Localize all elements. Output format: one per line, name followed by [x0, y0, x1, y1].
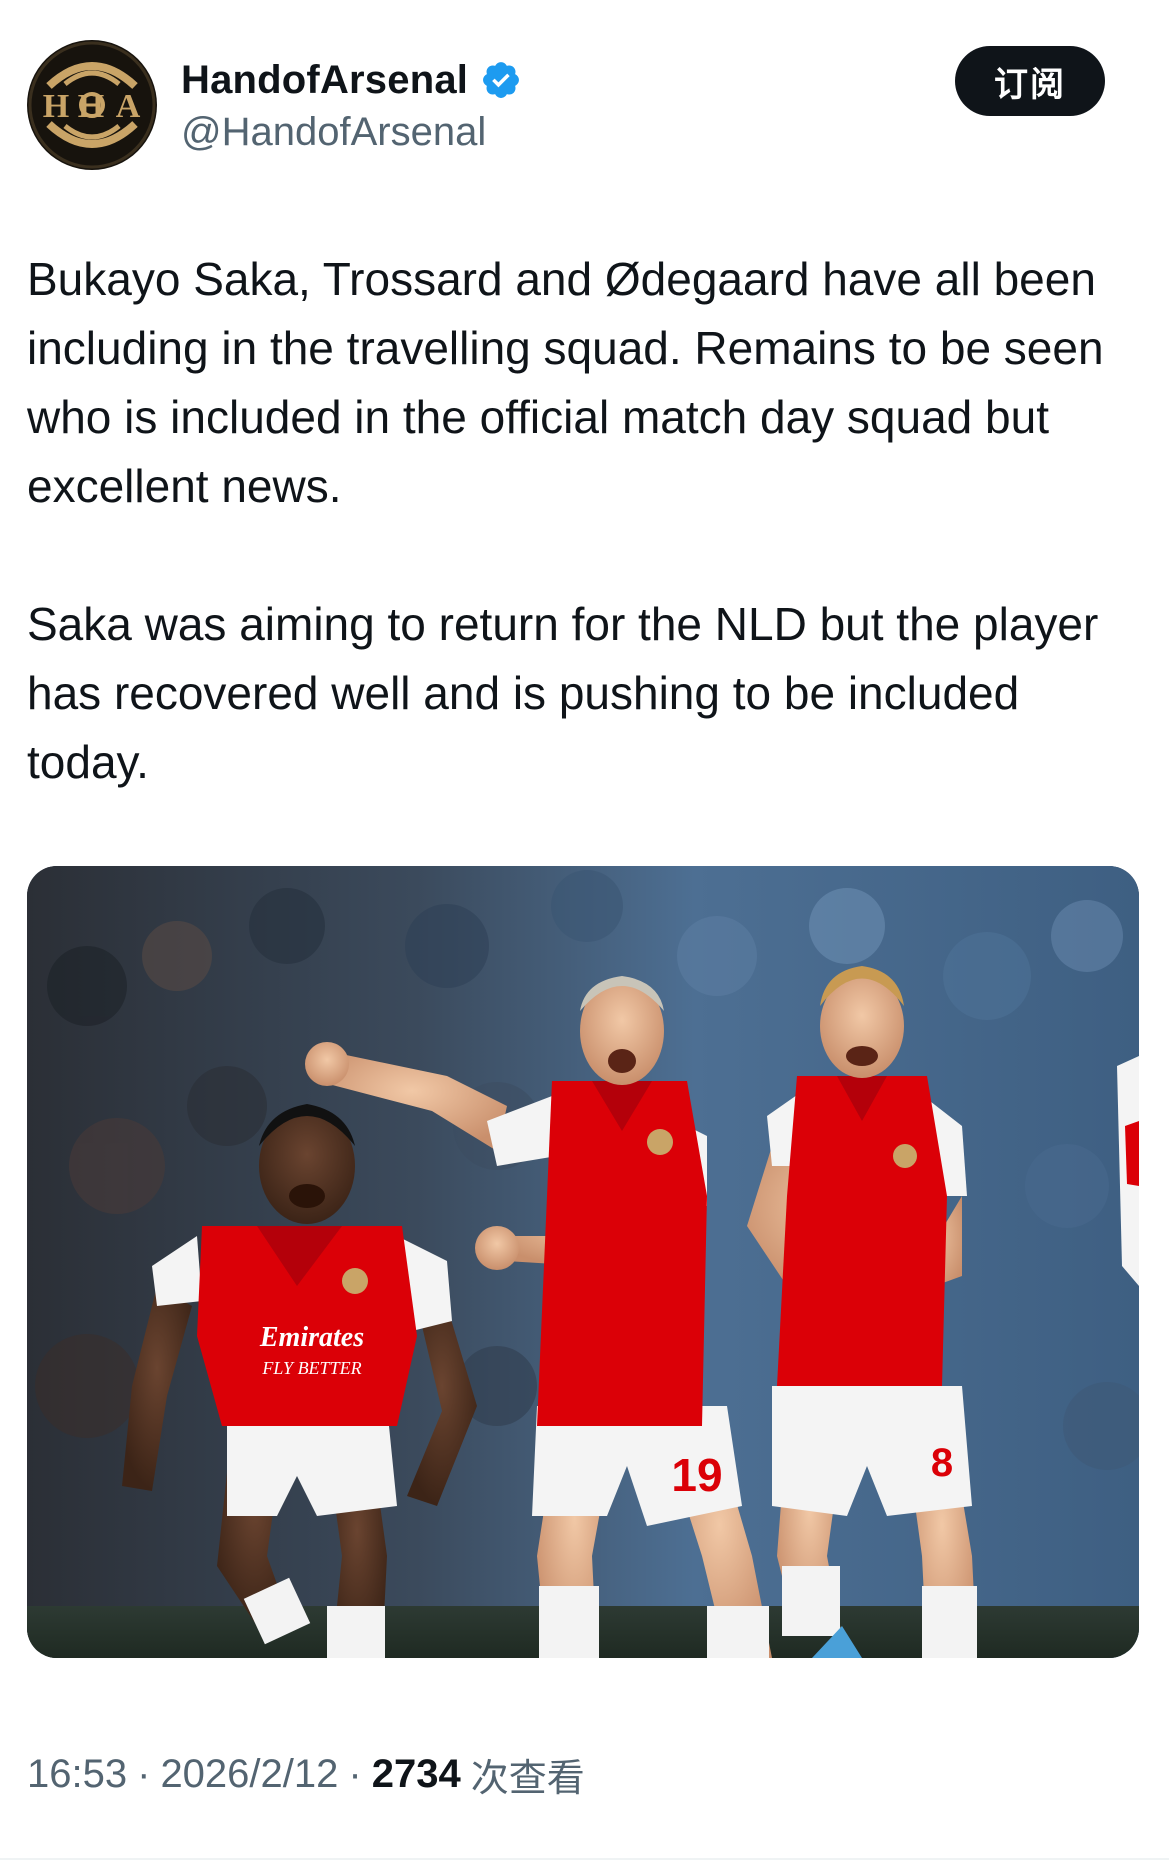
- tweet-date[interactable]: 2026/2/12: [160, 1752, 338, 1797]
- divider: [0, 1858, 1169, 1860]
- tweet-text: Bukayo Saka, Trossard and Ødegaard have …: [27, 245, 1137, 797]
- subscribe-button[interactable]: 订阅: [955, 46, 1105, 116]
- tweet-photo[interactable]: Emirates FLY BETTER 19 8: [27, 866, 1139, 1658]
- shirt-number: 19: [671, 1449, 722, 1501]
- views-label: 次查看: [470, 1755, 585, 1800]
- account-name-row: HandofArsenal: [181, 54, 522, 106]
- shirt-sponsor-text: Emirates: [259, 1322, 364, 1353]
- views-count: 2734: [371, 1751, 461, 1796]
- meta-separator: ·: [137, 1751, 151, 1796]
- avatar[interactable]: H H A: [27, 40, 157, 170]
- account-handle[interactable]: @HandofArsenal: [181, 110, 486, 155]
- svg-text:H: H: [43, 88, 69, 125]
- arsenal-logo-icon: H H A: [28, 41, 156, 169]
- display-name[interactable]: HandofArsenal: [181, 58, 468, 103]
- tweet-paragraph: Bukayo Saka, Trossard and Ødegaard have …: [27, 253, 1104, 512]
- shirt-number: 8: [931, 1441, 953, 1485]
- tweet-time[interactable]: 16:53: [27, 1752, 127, 1797]
- tweet-meta: 16:53 · 2026/2/12 · 2734 次查看: [27, 1744, 585, 1804]
- meta-separator: ·: [348, 1751, 362, 1796]
- tweet-paragraph: Saka was aiming to return for the NLD bu…: [27, 598, 1099, 788]
- verified-badge-icon: [483, 62, 520, 98]
- shirt-slogan-text: FLY BETTER: [261, 1358, 361, 1378]
- players-celebrating-image: Emirates FLY BETTER 19 8: [27, 866, 1139, 1658]
- svg-text:A: A: [116, 88, 141, 125]
